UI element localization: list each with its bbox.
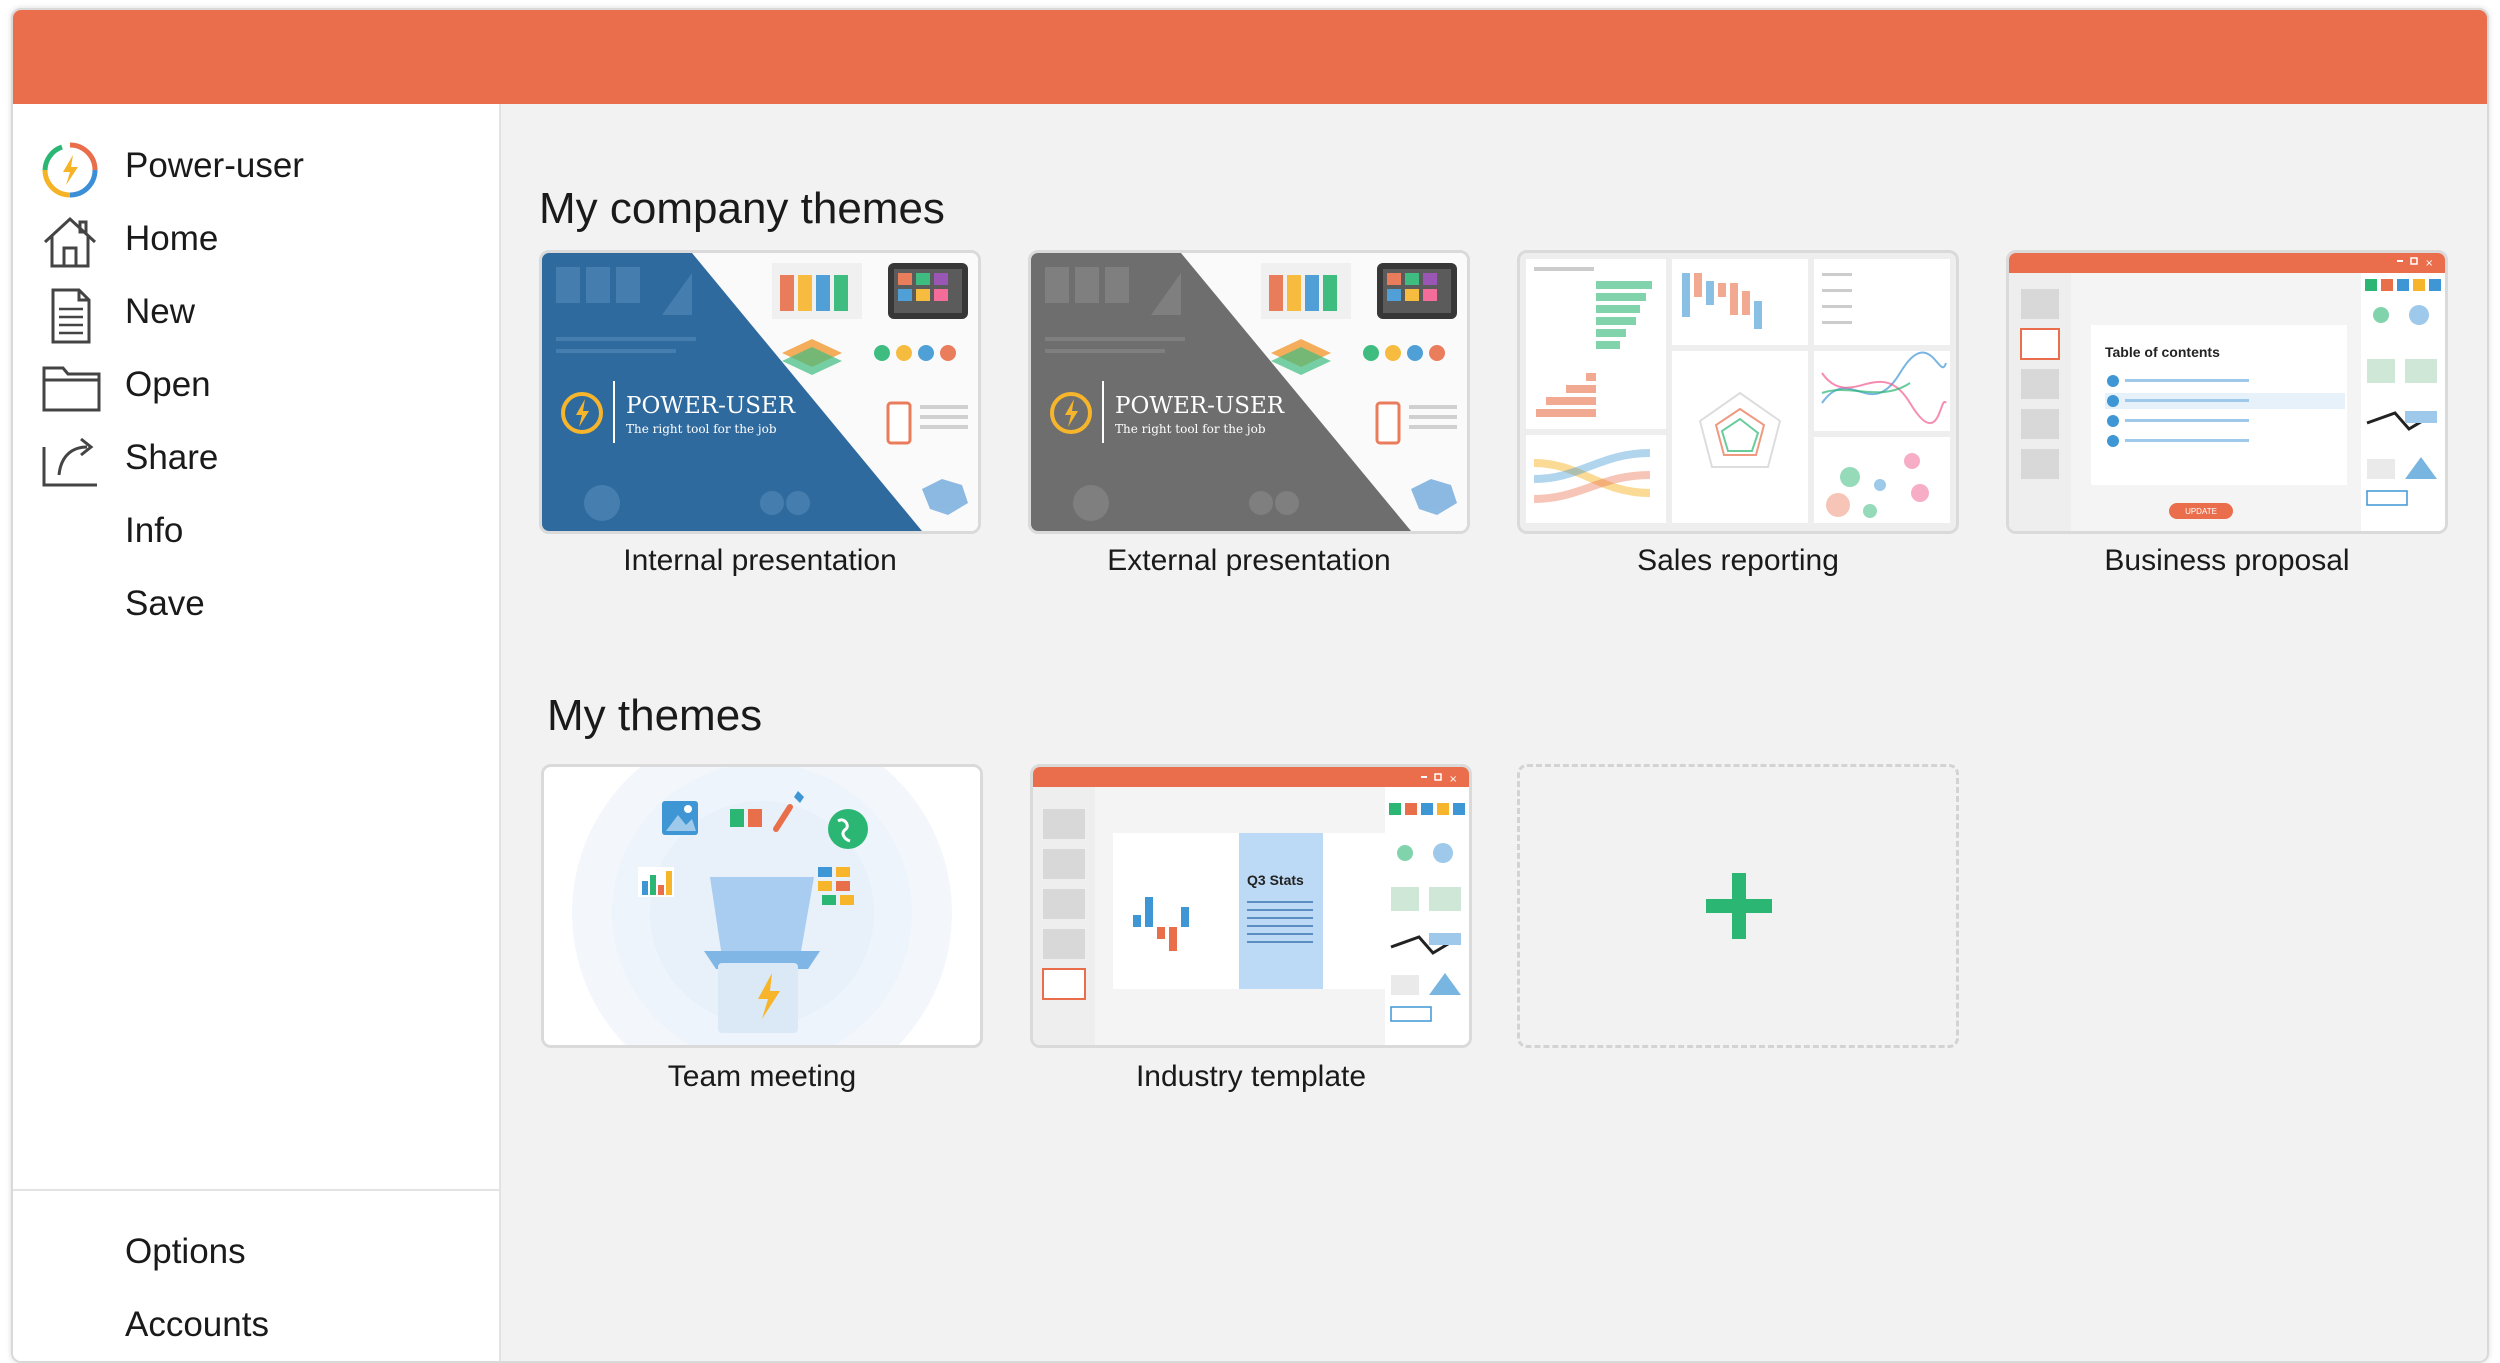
thumb-heading: Table of contents	[2105, 344, 2220, 360]
sidebar-item-label: Save	[125, 584, 205, 623]
add-theme-button[interactable]	[1517, 764, 1959, 1048]
sidebar-item-label: Info	[125, 511, 184, 550]
industry-template-thumbnail: × Q3 Stats	[1033, 767, 1469, 1045]
theme-tile-business-proposal[interactable]: × Table of contents UPDATE	[2006, 250, 2448, 534]
plus-icon	[1706, 873, 1772, 939]
team-meeting-thumbnail	[544, 767, 980, 1045]
internal-presentation-thumbnail: POWER-USER The right tool for the job	[542, 253, 978, 531]
home-icon	[41, 214, 99, 268]
sidebar-item-accounts[interactable]: Accounts	[33, 1294, 473, 1356]
sidebar: Power-user Home New Open Share Info Save…	[13, 104, 501, 1361]
app-name: Power-user	[125, 146, 304, 185]
main-content: My company themes POWER-USER The right t…	[501, 104, 2487, 1361]
tile-label: Sales reporting	[1637, 544, 1839, 577]
folder-icon	[41, 360, 101, 412]
sidebar-item-label: Share	[125, 438, 219, 477]
thumb-heading: Q3 Stats	[1247, 872, 1304, 888]
section-heading-company-themes: My company themes	[539, 184, 945, 233]
tile-label: Business proposal	[2104, 544, 2350, 577]
sidebar-item-label: Home	[125, 219, 219, 258]
sidebar-item-label: Options	[125, 1232, 246, 1271]
thumb-title: POWER-USER	[1115, 393, 1285, 419]
sidebar-item-open[interactable]: Open	[33, 354, 473, 416]
sidebar-item-options[interactable]: Options	[33, 1221, 473, 1283]
power-user-logo-icon	[41, 141, 99, 198]
business-proposal-thumbnail: × Table of contents UPDATE	[2009, 253, 2445, 531]
sidebar-divider	[13, 1189, 499, 1191]
external-presentation-thumbnail: POWER-USER The right tool for the job	[1031, 253, 1467, 531]
thumb-subtitle: The right tool for the job	[1115, 422, 1266, 436]
tile-label: External presentation	[1107, 544, 1391, 577]
sidebar-item-share[interactable]: Share	[33, 427, 473, 489]
sidebar-item-save[interactable]: Save	[33, 573, 473, 635]
document-icon	[41, 287, 99, 344]
thumb-title: POWER-USER	[626, 393, 796, 419]
title-bar	[13, 10, 2487, 104]
svg-text:×: ×	[2425, 258, 2433, 269]
tile-label: Team meeting	[667, 1060, 857, 1093]
sidebar-item-home[interactable]: Home	[33, 208, 473, 270]
sidebar-item-label: New	[125, 292, 196, 331]
share-icon	[41, 433, 99, 487]
tile-label: Industry template	[1135, 1060, 1367, 1093]
thumb-subtitle: The right tool for the job	[626, 422, 777, 436]
sidebar-item-label: Accounts	[125, 1305, 269, 1344]
svg-text:×: ×	[1449, 774, 1457, 785]
theme-tile-sales-reporting[interactable]	[1517, 250, 1959, 534]
sidebar-brand: Power-user	[33, 135, 473, 198]
sidebar-item-new[interactable]: New	[33, 281, 473, 344]
theme-tile-industry-template[interactable]: × Q3 Stats	[1030, 764, 1472, 1048]
theme-tile-internal-presentation[interactable]: POWER-USER The right tool for the job	[539, 250, 981, 534]
tile-label: Internal presentation	[623, 544, 897, 577]
sales-reporting-thumbnail	[1526, 259, 1950, 523]
sidebar-item-info[interactable]: Info	[33, 500, 473, 562]
sidebar-item-label: Open	[125, 365, 211, 404]
app-window: Power-user Home New Open Share Info Save…	[11, 8, 2489, 1363]
thumb-button: UPDATE	[2185, 507, 2217, 516]
section-heading-my-themes: My themes	[547, 691, 763, 740]
theme-tile-external-presentation[interactable]: POWER-USER The right tool for the job	[1028, 250, 1470, 534]
theme-tile-team-meeting[interactable]	[541, 764, 983, 1048]
